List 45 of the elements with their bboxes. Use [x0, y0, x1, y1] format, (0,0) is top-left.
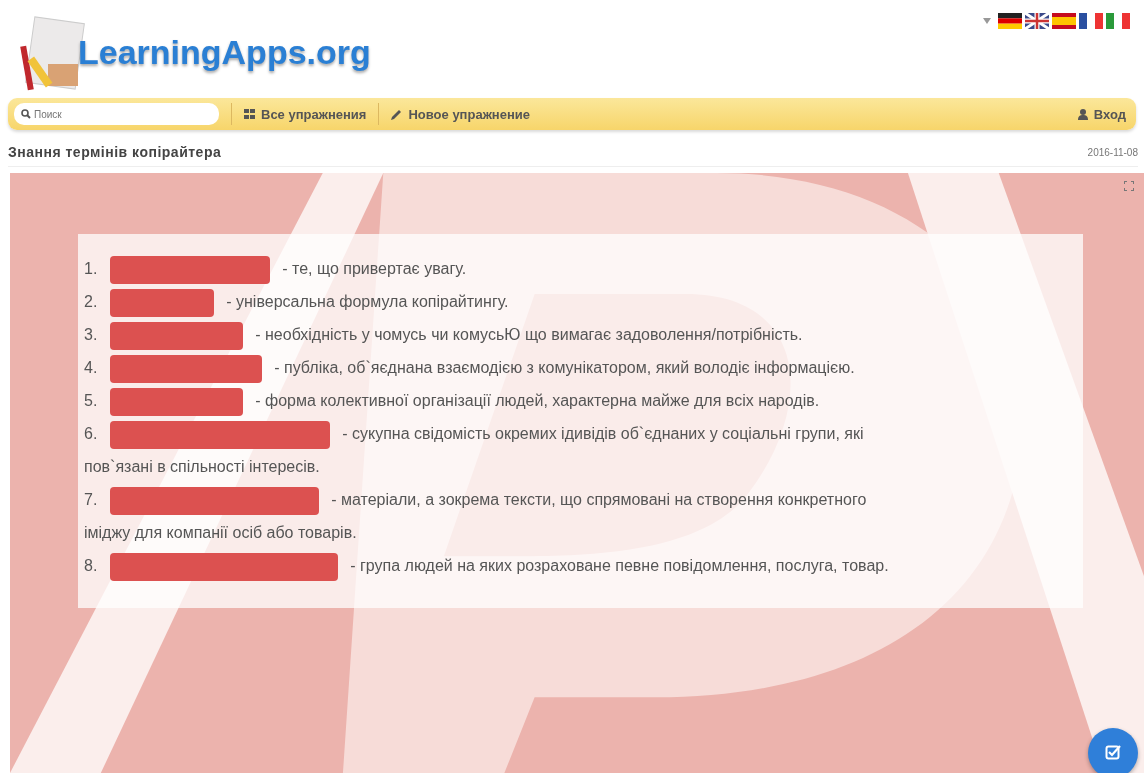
nav-link[interactable]: Новое упражнение: [391, 106, 530, 122]
pencil-icon: [391, 108, 403, 120]
fullscreen-icon[interactable]: [1124, 181, 1134, 191]
spanish-flag-icon[interactable]: [1052, 13, 1076, 29]
definition-text: - сукупна свідомість окремих ідивідів об`єднаних у соціальні групи, які: [342, 425, 864, 442]
search-icon: [21, 109, 31, 119]
item-number: 6.: [84, 425, 98, 442]
answer-slot[interactable]: [109, 552, 338, 581]
definition-text: пов`язані в спільності інтересів.: [84, 458, 320, 475]
german-flag-icon[interactable]: [998, 13, 1022, 29]
answer-slot[interactable]: [109, 354, 262, 383]
answer-slot[interactable]: [109, 420, 330, 449]
definition-text: - те, що привертає увагу.: [282, 260, 467, 277]
item-number: 1.: [84, 260, 98, 277]
checkbox-icon: [1105, 745, 1121, 761]
search-field[interactable]: Поиск: [14, 103, 219, 125]
answer-slot[interactable]: [109, 288, 214, 317]
definition-text: - необхідність у чомусь чи комусьЮ що вимагає задоволення/потрібність.: [255, 326, 803, 343]
uk-flag-icon[interactable]: [1025, 13, 1049, 29]
italian-flag-icon[interactable]: [1106, 13, 1130, 29]
dropdown-caret-icon[interactable]: [983, 18, 991, 24]
definition-text: - група людей на яких розраховане певне повідомлення, послуга, товар.: [350, 557, 889, 574]
answer-slot[interactable]: [109, 255, 270, 284]
item-number: 8.: [84, 557, 98, 574]
answer-slot[interactable]: [109, 321, 243, 350]
grid-icon: [244, 109, 255, 119]
definition-text: - публіка, об`яєднана взаємодією з комунікатором, який володіє інформацією.: [274, 359, 855, 376]
user-icon: [1077, 108, 1088, 120]
date-text: 2016-11-08: [1087, 146, 1138, 158]
answer-slot[interactable]: [109, 486, 319, 515]
definition-text: іміджу для компанії осіб або товарів.: [84, 524, 357, 541]
french-flag-icon[interactable]: [1079, 13, 1103, 29]
item-number: 2.: [84, 293, 98, 310]
item-number: 5.: [84, 392, 98, 409]
exercise-title: Знання термінів копірайтера: [8, 144, 222, 160]
item-number: 7.: [84, 491, 98, 508]
definition-text: - матеріали, а зокрема тексти, що спрямовані на створення конкретного: [331, 491, 867, 508]
item-number: 4.: [84, 359, 98, 376]
nav-link[interactable]: Все упражнения: [244, 106, 367, 122]
item-number: 3.: [84, 326, 98, 343]
definition-text: - форма колективної організації людей, характерна майже для всіх народів.: [255, 392, 820, 409]
answer-slot[interactable]: [109, 387, 243, 416]
login-link[interactable]: Вход: [1077, 106, 1126, 122]
definition-text: - універсальна формула копірайтингу.: [226, 293, 509, 310]
logo-text[interactable]: LearningApps.org: [78, 33, 371, 72]
